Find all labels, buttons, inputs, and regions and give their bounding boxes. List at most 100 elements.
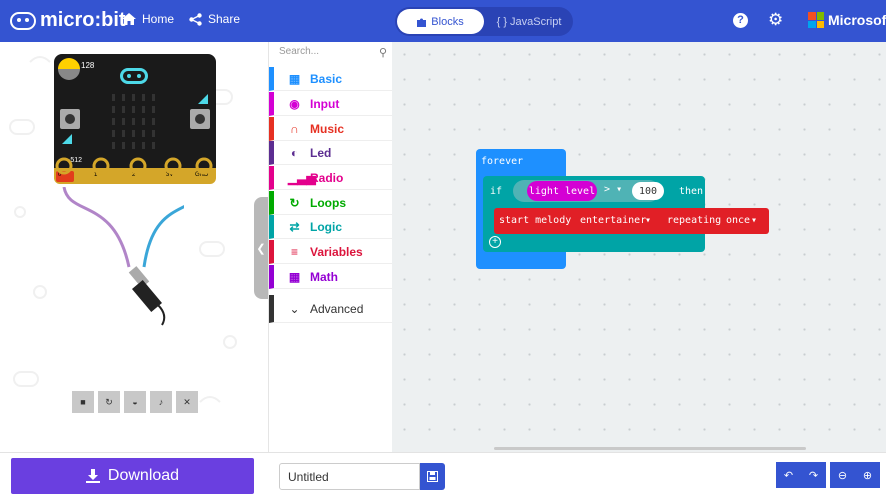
slowmo-icon[interactable]: ◒: [124, 391, 146, 413]
share-label: Share: [208, 12, 241, 26]
category-logic[interactable]: ⇄ Logic: [269, 215, 393, 239]
signal-icon: ▁▃▅: [288, 170, 316, 185]
toggle-icon: ◐: [290, 145, 299, 160]
threshold-input[interactable]: 100: [632, 182, 664, 200]
microbit-logo-icon: [10, 11, 36, 30]
redo-icon: ↷: [808, 469, 819, 482]
download-button[interactable]: Download: [11, 458, 254, 494]
light-level-block[interactable]: light level: [527, 181, 597, 201]
restart-icon[interactable]: ↻: [98, 391, 120, 413]
zoom-out-icon: ⊖: [837, 469, 848, 482]
button-a[interactable]: [60, 109, 80, 129]
javascript-label: JavaScript: [510, 15, 562, 28]
dropdown-arrow-icon: ▾: [751, 215, 758, 226]
undo-button[interactable]: ↶: [776, 462, 801, 488]
light-sensor-icon[interactable]: [58, 58, 80, 80]
operator-dropdown[interactable]: > ▾: [604, 184, 622, 195]
help-icon[interactable]: ?: [733, 13, 748, 28]
collapse-simulator-button[interactable]: ❮: [254, 197, 268, 299]
button-b[interactable]: [190, 109, 210, 129]
microsoft-logo[interactable]: Microsoft: [808, 12, 886, 28]
stop-icon[interactable]: ■: [72, 391, 94, 413]
logo-text: micro:bit: [40, 9, 126, 31]
category-label: Logic: [310, 219, 342, 234]
save-button[interactable]: [420, 463, 445, 490]
horizontal-scrollbar[interactable]: [494, 447, 806, 450]
chevron-left-icon: ❮: [256, 242, 266, 255]
download-label: Download: [107, 467, 180, 484]
chevron-down-icon: ⌄: [289, 301, 300, 316]
microbit-face-icon: [120, 68, 148, 84]
share-button[interactable]: Share: [189, 12, 240, 26]
category-loops[interactable]: ↻ Loops: [269, 191, 393, 215]
melody-value[interactable]: entertainer: [580, 215, 646, 226]
list-icon: ≡: [290, 244, 298, 259]
fullscreen-icon[interactable]: ✕: [176, 391, 198, 413]
category-variables[interactable]: ≡ Variables: [269, 240, 393, 264]
toolbox: Search... ⚲ ▦ Basic ◉ Input ∩ Music ◐ Le…: [268, 42, 393, 452]
headphones-icon: ∩: [290, 121, 299, 136]
category-label: Music: [310, 121, 345, 136]
search-input[interactable]: Search... ⚲: [279, 46, 387, 62]
project-name-input[interactable]: Untitled: [279, 463, 420, 490]
search-icon: ⚲: [378, 47, 387, 59]
shuffle-icon: ⇄: [289, 219, 300, 234]
download-icon: [85, 469, 100, 483]
add-else-plus-icon[interactable]: +: [489, 236, 501, 248]
category-music[interactable]: ∩ Music: [269, 117, 393, 141]
operator-label: >: [604, 184, 611, 195]
category-led[interactable]: ◐ Led: [269, 141, 393, 165]
category-label: Led: [310, 145, 332, 160]
refresh-icon: ↻: [289, 195, 300, 210]
button-a-indicator-icon: [62, 134, 72, 144]
mute-icon[interactable]: ♪: [150, 391, 172, 413]
pin-rings: [55, 157, 213, 175]
search-placeholder: Search...: [279, 46, 320, 57]
redo-button[interactable]: ↷: [801, 462, 826, 488]
forever-label: forever: [481, 156, 524, 167]
javascript-tab[interactable]: { } JavaScript: [487, 9, 571, 34]
simulator-panel: 128 -512 0 1 2 3V GND ■ ↻ ◒ ♪ ✕ ❮: [0, 42, 268, 452]
simulator-controls: ■ ↻ ◒ ♪ ✕: [72, 391, 198, 413]
microsoft-grid-icon: [808, 12, 824, 28]
puzzle-icon: [417, 18, 427, 27]
category-label: Basic: [310, 71, 343, 86]
category-label: Input: [310, 96, 340, 111]
if-label: if: [490, 186, 503, 197]
category-math[interactable]: ▦ Math: [269, 265, 393, 289]
microbit-logo[interactable]: micro:bit: [10, 9, 126, 32]
category-label: Radio: [310, 170, 344, 185]
blocks-label: Blocks: [431, 15, 464, 28]
editor-toggle: Blocks { } JavaScript: [395, 7, 573, 36]
category-label: Variables: [310, 244, 363, 259]
repeat-value[interactable]: once: [726, 215, 750, 226]
undo-icon: ↶: [783, 469, 794, 482]
category-advanced[interactable]: ⌄ Advanced: [269, 295, 393, 323]
gear-icon[interactable]: ⚙: [768, 11, 783, 29]
blocks-tab[interactable]: Blocks: [397, 9, 484, 34]
category-basic[interactable]: ▦ Basic: [269, 67, 393, 91]
category-radio[interactable]: ▁▃▅ Radio: [269, 166, 393, 190]
zoom-out-button[interactable]: ⊖: [830, 462, 855, 488]
category-label: Loops: [310, 195, 346, 210]
start-melody-label: start melody: [499, 215, 572, 226]
calculator-icon: ▦: [288, 269, 301, 284]
category-label: Math: [310, 269, 338, 284]
led-matrix: [112, 94, 155, 149]
category-input[interactable]: ◉ Input: [269, 92, 393, 116]
microsoft-label: Microsoft: [828, 12, 886, 28]
button-b-indicator-icon: [198, 94, 208, 104]
start-melody-block[interactable]: start melody entertainer ▾ repeating onc…: [494, 208, 769, 234]
dropdown-arrow-icon: ▾: [645, 215, 652, 226]
home-label: Home: [142, 12, 175, 26]
category-label: Advanced: [310, 301, 364, 316]
home-icon: [122, 13, 136, 25]
share-icon: [189, 12, 202, 26]
dropdown-arrow-icon: ▾: [616, 184, 623, 195]
target-icon: ◉: [289, 96, 300, 111]
headphone-wires: [62, 187, 184, 326]
home-button[interactable]: Home: [122, 12, 174, 26]
zoom-in-button[interactable]: ⊕: [855, 462, 880, 488]
light-value: 128: [81, 61, 95, 70]
save-icon: [427, 471, 438, 482]
